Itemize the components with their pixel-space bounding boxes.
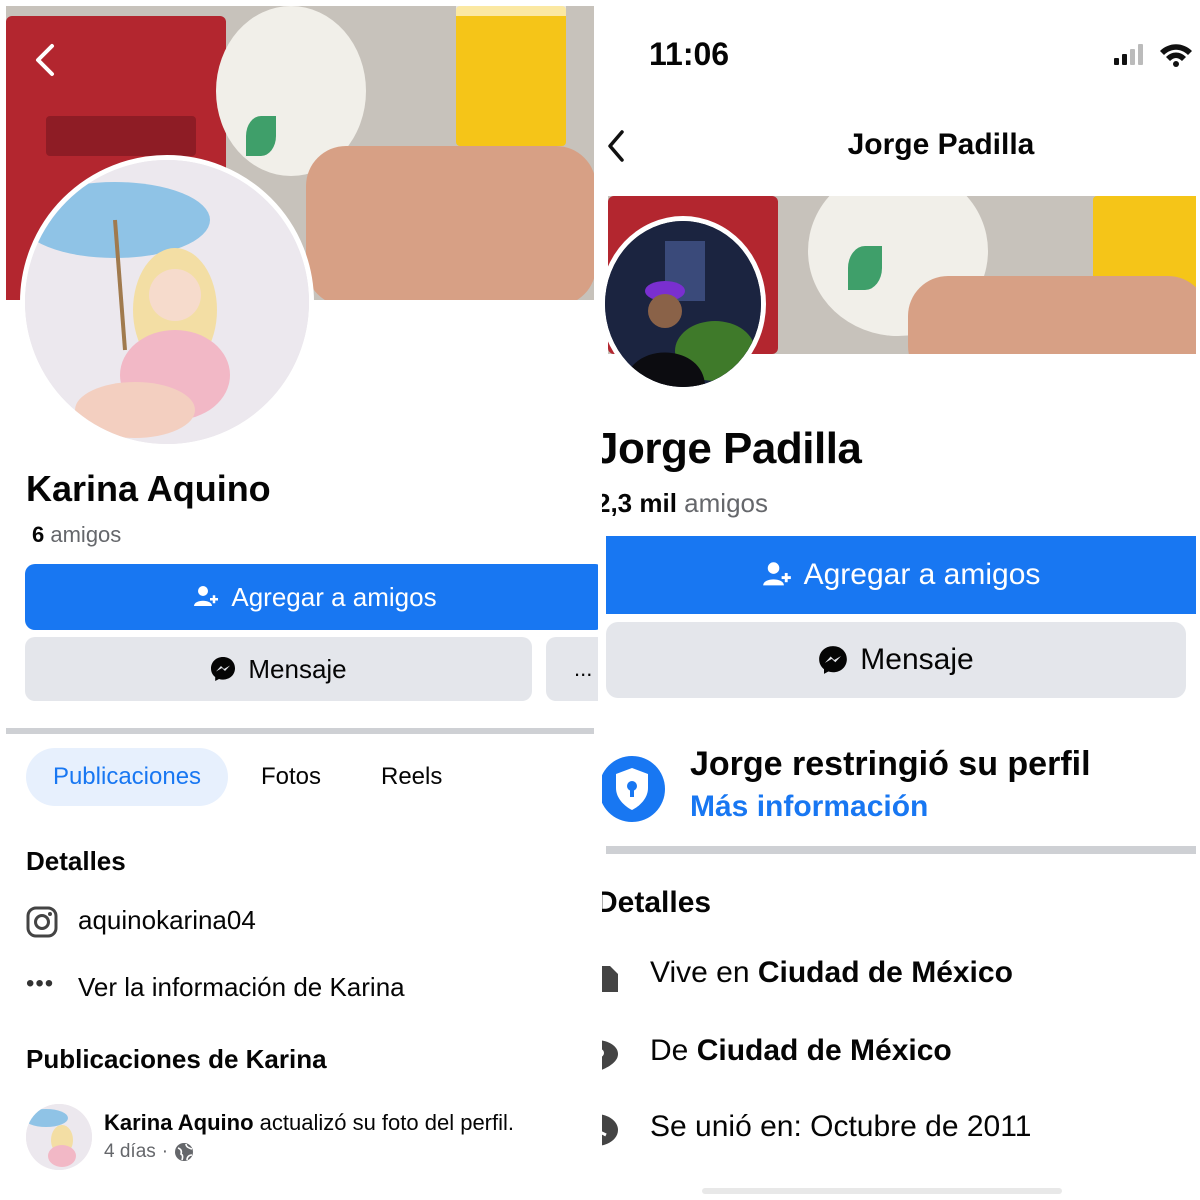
back-arrow-icon[interactable]	[30, 40, 62, 80]
tab-fotos[interactable]: Fotos	[261, 748, 321, 806]
signal-icon	[1114, 44, 1143, 65]
messenger-icon	[819, 646, 848, 674]
post-author-name[interactable]: Karina Aquino	[104, 1110, 254, 1135]
posts-heading: Publicaciones de Karina	[26, 1044, 327, 1074]
friends-label: amigos	[50, 522, 122, 547]
message-label: Mensaje	[248, 653, 347, 684]
post-action-text: actualizó su foto del perfil.	[253, 1110, 515, 1135]
add-friend-button[interactable]: Agregar a amigos	[25, 564, 598, 630]
lives-in-row: Vive en Ciudad de México	[650, 956, 1013, 990]
meta-separator: ·	[161, 1141, 169, 1162]
add-friend-icon	[194, 586, 219, 606]
cut-off-row	[702, 1188, 1062, 1194]
message-button[interactable]: Mensaje	[25, 637, 532, 701]
joined-date-row: Se unió en: Octubre de 2011	[650, 1110, 1032, 1143]
message-label: Mensaje	[860, 643, 974, 676]
shield-lock-icon	[602, 756, 665, 822]
more-options-button[interactable]: ...	[546, 637, 598, 701]
post-time[interactable]: 4 días	[104, 1141, 156, 1163]
post-description: Karina Aquino actualizó su foto del perf…	[104, 1110, 514, 1136]
profile-avatar[interactable]	[20, 155, 314, 449]
friends-label: amigos	[684, 488, 768, 518]
friends-number: 2,3 mil	[602, 488, 677, 518]
lives-prefix: Vive en	[650, 956, 758, 989]
friends-count[interactable]: 2,3 mil amigos	[602, 488, 768, 519]
more-dots-icon: •••	[26, 970, 55, 997]
lives-city[interactable]: Ciudad de México	[758, 956, 1013, 989]
globe-icon	[175, 1143, 194, 1161]
tab-publicaciones[interactable]: Publicaciones	[26, 748, 228, 806]
section-divider	[606, 846, 1196, 854]
from-prefix: De	[650, 1034, 697, 1067]
friends-count[interactable]: 6 amigos	[32, 522, 121, 548]
post-author-avatar[interactable]	[26, 1104, 92, 1170]
hometown-row: De Ciudad de México	[650, 1034, 952, 1068]
message-button[interactable]: Mensaje	[606, 622, 1186, 698]
add-friend-button[interactable]: Agregar a amigos	[606, 536, 1196, 614]
location-pin-icon	[602, 1040, 618, 1070]
add-friend-icon	[762, 562, 791, 586]
status-icons	[1114, 44, 1192, 67]
post-meta: 4 días ·	[104, 1141, 194, 1163]
instagram-icon	[26, 906, 58, 938]
add-friend-label: Agregar a amigos	[803, 558, 1041, 591]
profile-name: Karina Aquino	[26, 468, 271, 509]
wifi-icon	[1160, 44, 1192, 67]
details-heading: Detalles	[26, 846, 126, 876]
restricted-profile-notice: Jorge restringió su perfil	[690, 745, 1091, 783]
section-divider	[6, 728, 594, 734]
more-options-label: ...	[574, 656, 593, 681]
messenger-icon	[211, 657, 236, 681]
details-heading: Detalles	[602, 886, 712, 919]
status-bar-time: 11:06	[649, 36, 730, 72]
profile-avatar[interactable]	[602, 216, 766, 392]
clock-icon	[602, 1114, 618, 1146]
house-icon	[602, 966, 618, 992]
add-friend-label: Agregar a amigos	[231, 581, 437, 612]
more-info-link[interactable]: Más información	[690, 790, 928, 824]
profile-name: Jorge Padilla	[602, 424, 862, 473]
left-profile-screen: Karina Aquino 6 amigos Agregar a amigos …	[0, 0, 598, 1200]
friends-number: 6	[32, 522, 45, 547]
header-title: Jorge Padilla	[847, 128, 1035, 161]
from-city[interactable]: Ciudad de México	[697, 1034, 952, 1067]
tab-reels[interactable]: Reels	[381, 748, 442, 806]
instagram-handle[interactable]: aquinokarina04	[78, 905, 256, 936]
right-profile-screen: 11:06 Jorge Padilla Jorge Padilla 2,3 mi…	[602, 0, 1200, 1200]
see-info-link[interactable]: Ver la información de Karina	[78, 972, 405, 1003]
